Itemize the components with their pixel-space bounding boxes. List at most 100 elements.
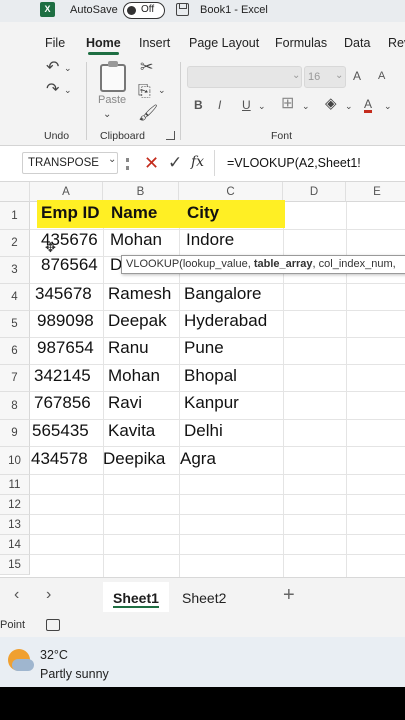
sheet-tab-sheet2[interactable]: Sheet2 (172, 582, 237, 612)
fill-color-chevron-icon[interactable]: ⌄ (345, 102, 353, 111)
cell-b9[interactable]: Kavita (105, 421, 155, 441)
cell-c7[interactable]: Bhopal (181, 366, 237, 386)
copy-icon[interactable]: ⎘ (138, 84, 151, 100)
tab-review[interactable]: Rev (388, 36, 405, 50)
more-options-icon[interactable] (126, 158, 129, 170)
row-header[interactable]: 4 (0, 284, 30, 311)
cell-c1[interactable]: City (184, 203, 219, 223)
cell-c10[interactable]: Agra (177, 449, 216, 469)
increase-font-size-button[interactable]: A (353, 69, 361, 83)
undo-dropdown-chevron-icon[interactable]: ⌄ (64, 64, 72, 73)
column-header-c[interactable]: C (179, 182, 283, 202)
row-header[interactable]: 5 (0, 311, 30, 338)
cell-a5[interactable]: 989098 (34, 311, 94, 331)
tooltip-arg-table-array[interactable]: table_array (254, 258, 313, 270)
sheet-tab-sheet1[interactable]: Sheet1 (103, 582, 169, 612)
borders-chevron-icon[interactable]: ⌄ (302, 102, 310, 111)
tab-formulas[interactable]: Formulas (275, 36, 327, 50)
save-icon[interactable] (176, 3, 189, 16)
select-all-corner[interactable] (0, 182, 30, 202)
cell-c4[interactable]: Bangalore (181, 284, 262, 304)
cell-a4[interactable]: 345678 (32, 284, 92, 304)
sheet-next-icon[interactable]: › (46, 586, 51, 604)
formula-input[interactable]: =VLOOKUP(A2,Sheet1! (214, 150, 405, 176)
row-header[interactable]: 14 (0, 535, 30, 555)
paste-icon[interactable] (100, 61, 126, 92)
cell-c2[interactable]: Indore (183, 230, 234, 250)
cell-a9[interactable]: 565435 (29, 421, 89, 441)
row-header[interactable]: 9 (0, 420, 30, 447)
row-header[interactable]: 15 (0, 555, 30, 575)
insert-function-button[interactable]: fx (191, 154, 204, 170)
row-header[interactable]: 8 (0, 392, 30, 420)
accessibility-icon[interactable] (46, 619, 60, 631)
paste-label[interactable]: Paste (98, 94, 126, 106)
cell-c8[interactable]: Kanpur (181, 393, 239, 413)
cell-a6[interactable]: 987654 (34, 338, 94, 358)
row-header[interactable]: 7 (0, 365, 30, 392)
cell-b2[interactable]: Mohan (107, 230, 162, 250)
weather-description[interactable]: Partly sunny (40, 667, 109, 681)
font-color-chevron-icon[interactable]: ⌄ (384, 102, 392, 111)
cell-b6[interactable]: Ranu (105, 338, 149, 358)
weather-temperature[interactable]: 32°C (40, 648, 68, 662)
redo-icon[interactable]: ↷ (46, 82, 59, 98)
cell-a1[interactable]: Emp ID (38, 203, 100, 223)
name-box-chevron-icon[interactable]: ⌄ (108, 154, 116, 165)
column-header-d[interactable]: D (283, 182, 346, 202)
undo-icon[interactable]: ↶ (46, 60, 59, 76)
function-argument-tooltip[interactable]: VLOOKUP(lookup_value, table_array, col_i… (121, 255, 405, 274)
cell-c5[interactable]: Hyderabad (181, 311, 267, 331)
column-header-b[interactable]: B (103, 182, 179, 202)
cell-a8[interactable]: 767856 (31, 393, 91, 413)
cell-b5[interactable]: Deepak (105, 311, 167, 331)
cell-b4[interactable]: Ramesh (105, 284, 171, 304)
fill-color-icon[interactable]: ◈ (325, 96, 337, 111)
weather-cloud-icon[interactable] (12, 659, 34, 671)
paste-dropdown-chevron-icon[interactable]: ⌄ (103, 110, 111, 120)
name-box[interactable]: TRANSPOSE (22, 152, 118, 174)
row-header[interactable]: 11 (0, 475, 30, 495)
cell-a7[interactable]: 342145 (31, 366, 91, 386)
format-painter-icon[interactable]: 🖌 (138, 106, 158, 122)
row-header[interactable]: 12 (0, 495, 30, 515)
cell-b8[interactable]: Ravi (105, 393, 142, 413)
font-name-chevron-icon[interactable]: ⌄ (292, 71, 300, 81)
sheet-prev-icon[interactable]: ‹ (14, 586, 19, 604)
row-header[interactable]: 1 (0, 202, 30, 230)
font-size-chevron-icon[interactable]: ⌄ (335, 71, 343, 81)
row-header[interactable]: 13 (0, 515, 30, 535)
tab-data[interactable]: Data (344, 36, 370, 50)
tab-home[interactable]: Home (86, 36, 121, 55)
cell-c9[interactable]: Delhi (181, 421, 223, 441)
column-header-a[interactable]: A (30, 182, 103, 202)
row-header[interactable]: 6 (0, 338, 30, 365)
cell-c6[interactable]: Pune (181, 338, 224, 358)
cell-b3[interactable]: D (107, 255, 122, 275)
decrease-font-size-button[interactable]: A (378, 70, 385, 82)
tooltip-arg-lookup-value[interactable]: lookup_value, (183, 258, 254, 270)
worksheet-grid[interactable]: A B C D E 1 2 3 4 5 6 7 8 9 10 11 12 13 … (0, 182, 405, 577)
autosave-toggle[interactable]: Off (123, 2, 165, 19)
underline-button[interactable]: U (242, 98, 251, 112)
tab-file[interactable]: File (45, 36, 65, 50)
cancel-icon[interactable]: ✕ (144, 153, 159, 174)
add-sheet-button[interactable]: + (283, 584, 295, 607)
cell-b7[interactable]: Mohan (105, 366, 160, 386)
italic-button[interactable]: I (218, 98, 221, 112)
cell-b1[interactable]: Name (108, 203, 157, 223)
font-size-combobox[interactable]: 16 ⌄ (304, 66, 346, 88)
borders-icon[interactable]: ⊞ (281, 96, 294, 112)
tooltip-arg-col-index[interactable]: , col_index_num, (313, 258, 396, 270)
cut-icon[interactable]: ✂ (140, 60, 153, 76)
cell-b10[interactable]: Deepika (100, 449, 165, 469)
enter-check-icon[interactable]: ✓ (168, 153, 182, 173)
underline-chevron-icon[interactable]: ⌄ (258, 102, 266, 111)
cell-a10[interactable]: 434578 (28, 449, 88, 469)
font-color-button[interactable]: A (364, 97, 372, 111)
font-name-combobox[interactable]: ⌄ (187, 66, 302, 88)
column-header-e[interactable]: E (346, 182, 405, 202)
tab-insert[interactable]: Insert (139, 36, 170, 50)
tab-page-layout[interactable]: Page Layout (189, 36, 259, 50)
row-header[interactable]: 3 (0, 257, 30, 284)
